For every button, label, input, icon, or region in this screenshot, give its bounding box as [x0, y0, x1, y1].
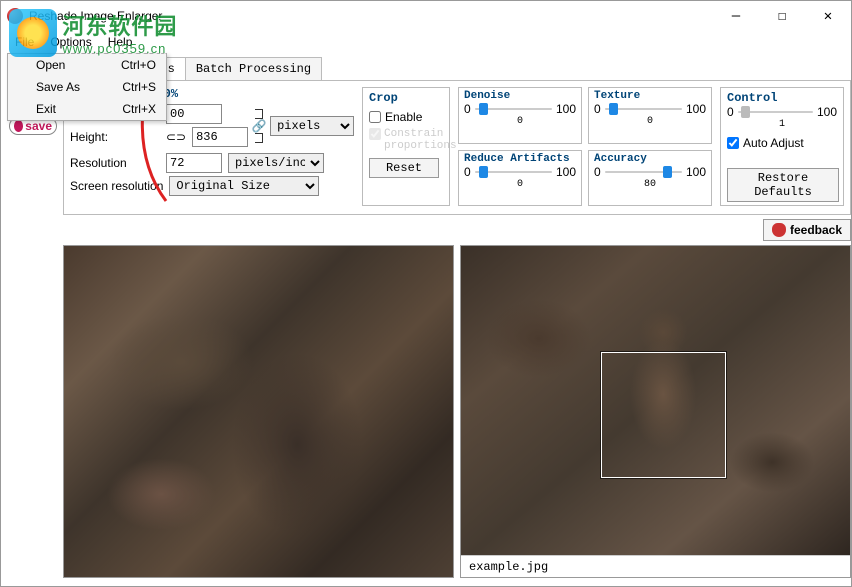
crop-reset-button[interactable]: Reset — [369, 158, 439, 178]
screenres-label: Screen resolution — [70, 179, 163, 193]
preview-left[interactable] — [63, 245, 454, 578]
status-filename: example.jpg — [461, 555, 850, 577]
texture-value: 0 — [594, 116, 706, 127]
preview-right[interactable]: example.jpg — [460, 245, 851, 578]
restore-defaults-button[interactable]: Restore Defaults — [727, 168, 839, 202]
denoise-value: 0 — [464, 116, 576, 127]
accuracy-group: Accuracy 0100 80 — [588, 150, 712, 207]
control-slider[interactable] — [738, 105, 813, 119]
preview-left-image — [64, 246, 453, 577]
minimize-button[interactable]: ― — [713, 1, 759, 31]
window-title: Reshade Image Enlarger — [29, 9, 713, 23]
preview-right-image — [461, 246, 850, 555]
screenres-select[interactable]: Original Size — [169, 176, 319, 196]
crop-enable-checkbox[interactable]: Enable — [369, 110, 443, 124]
bug-icon — [772, 223, 786, 237]
denoise-slider[interactable] — [475, 102, 552, 116]
maximize-button[interactable]: ☐ — [759, 1, 805, 31]
texture-group: Texture 0100 0 — [588, 87, 712, 144]
auto-adjust-checkbox[interactable]: Auto Adjust — [727, 136, 837, 150]
control-group: Control 0100 1 Auto Adjust Restore Defau… — [720, 87, 844, 206]
texture-slider[interactable] — [605, 102, 682, 116]
menu-shortcut: Ctrl+X — [122, 102, 156, 116]
reduce-slider[interactable] — [475, 165, 552, 179]
options-panel: s: 2.51M - 100% Height:⊂⊃ 🔗 pixels Resol… — [63, 81, 851, 215]
resolution-input[interactable] — [166, 153, 222, 173]
sidebar: open save — [9, 57, 57, 578]
app-icon — [7, 8, 23, 24]
menu-shortcut: Ctrl+O — [121, 58, 156, 72]
menu-shortcut: Ctrl+S — [122, 80, 156, 94]
unit-select[interactable]: pixels — [270, 116, 354, 136]
titlebar: Reshade Image Enlarger ― ☐ ✕ — [1, 1, 851, 31]
resunit-select[interactable]: pixels/inch — [228, 153, 324, 173]
preview-area: example.jpg — [63, 245, 851, 578]
width-input[interactable] — [166, 104, 222, 124]
feedback-button[interactable]: feedback — [763, 219, 851, 241]
tab-batch-processing[interactable]: Batch Processing — [185, 57, 322, 80]
menu-label: Exit — [36, 102, 56, 116]
menu-item-open[interactable]: Open Ctrl+O — [8, 54, 166, 76]
save-icon — [14, 120, 23, 132]
control-value: 1 — [727, 119, 837, 130]
menu-item-exit[interactable]: Exit Ctrl+X — [8, 98, 166, 120]
constrain-checkbox — [369, 128, 381, 140]
resolution-label: Resolution — [70, 156, 160, 170]
accuracy-slider[interactable] — [605, 165, 682, 179]
height-input[interactable] — [192, 127, 248, 147]
menu-item-saveas[interactable]: Save As Ctrl+S — [8, 76, 166, 98]
menu-file[interactable]: File — [7, 33, 42, 51]
denoise-group: Denoise 0100 0 — [458, 87, 582, 144]
tabs: vanced Options Batch Processing — [63, 57, 851, 81]
height-label: Height: — [70, 130, 160, 144]
sliders-grid: Denoise 0100 0 Texture 0100 0 Reduce Art… — [458, 87, 712, 206]
accuracy-value: 80 — [594, 179, 706, 190]
aspect-link-icon[interactable]: 🔗 — [252, 109, 266, 143]
close-button[interactable]: ✕ — [805, 1, 851, 31]
menu-label: Save As — [36, 80, 80, 94]
crop-group: Crop Enable Constrainproportions Reset — [362, 87, 450, 206]
menu-label: Open — [36, 58, 65, 72]
reduce-artifacts-group: Reduce Artifacts 0100 0 — [458, 150, 582, 207]
file-menu-dropdown: Open Ctrl+O Save As Ctrl+S Exit Ctrl+X — [7, 53, 167, 121]
crop-title: Crop — [369, 91, 443, 105]
reduce-value: 0 — [464, 179, 576, 190]
menu-options[interactable]: Options — [42, 33, 99, 51]
menubar: File Options Help — [1, 31, 851, 53]
link-icon: ⊂⊃ — [166, 130, 186, 144]
menu-help[interactable]: Help — [100, 33, 141, 51]
selection-rectangle[interactable] — [601, 352, 725, 478]
